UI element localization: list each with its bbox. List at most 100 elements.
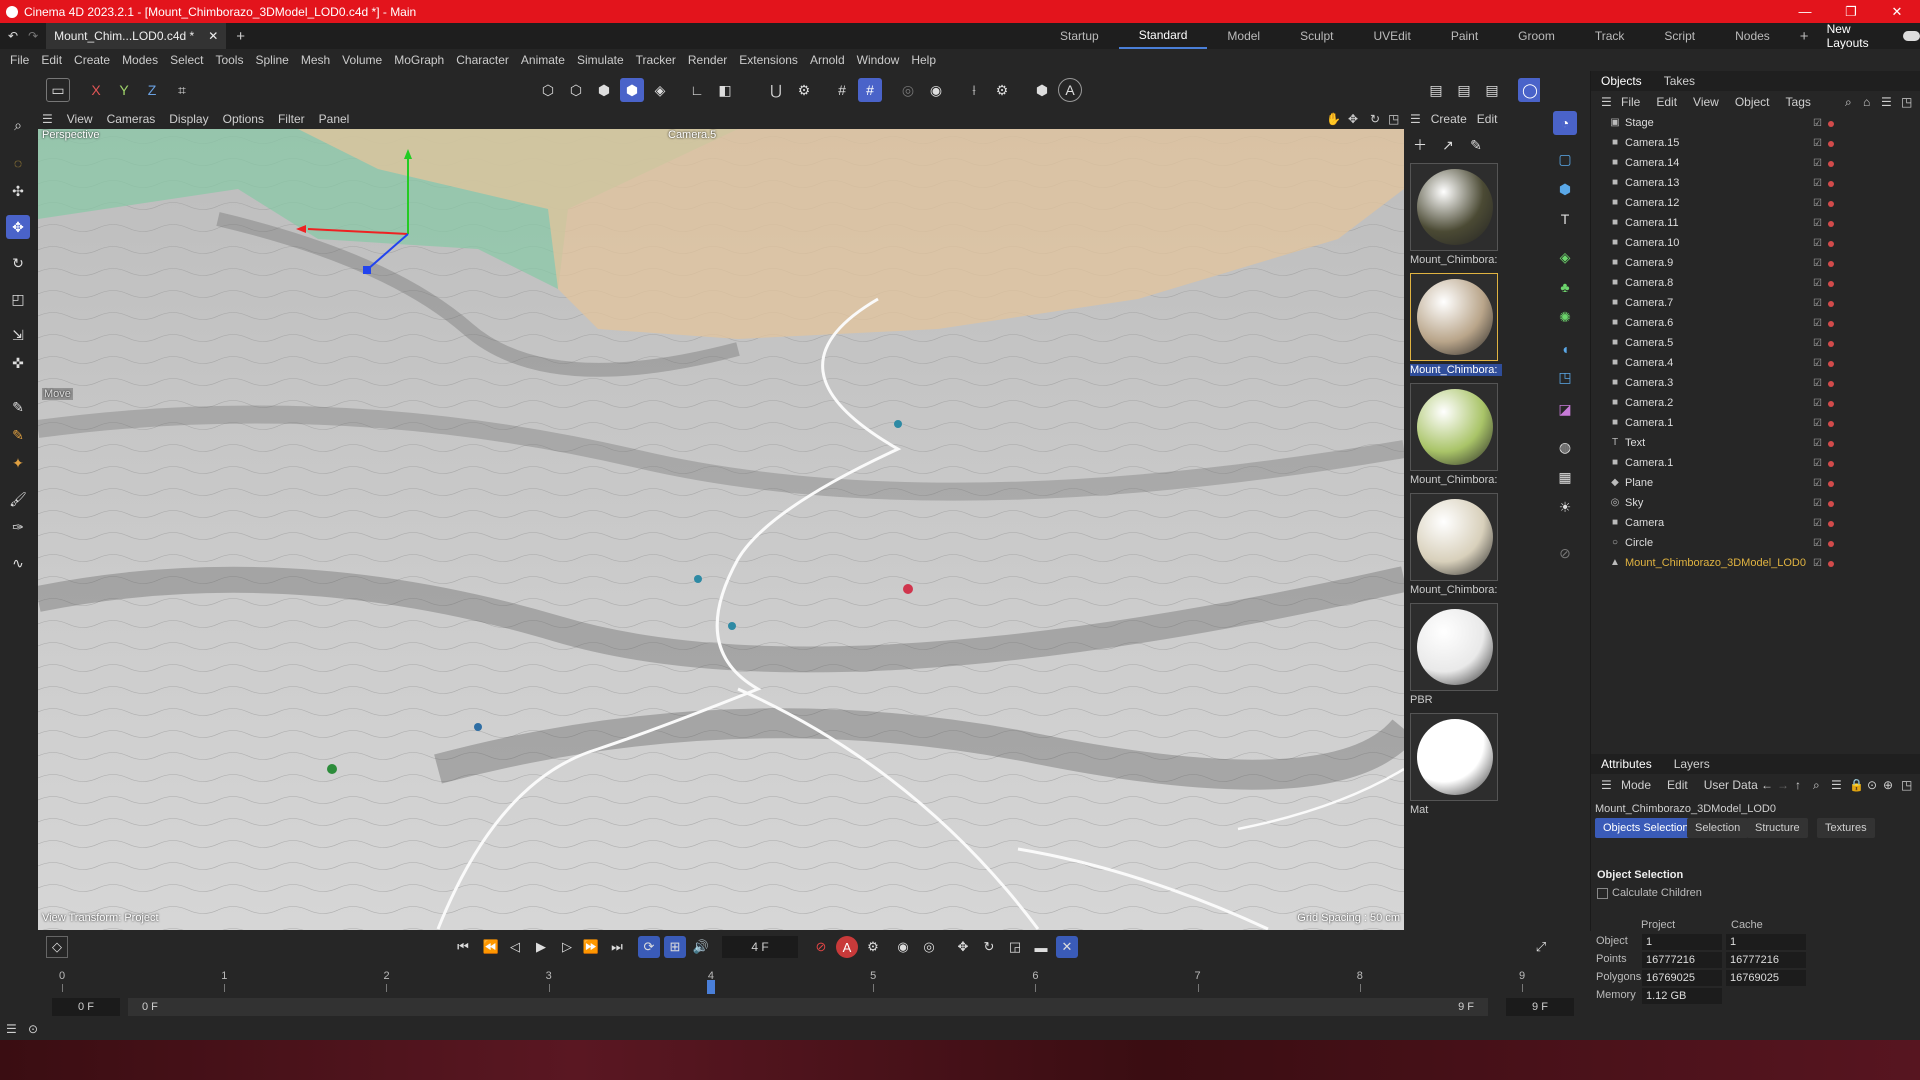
object-row[interactable]: ◆ Plane ☑ (1591, 473, 1920, 493)
status-menu-icon[interactable]: ☰ (6, 1022, 17, 1036)
subtab-textures[interactable]: Textures (1817, 818, 1875, 838)
model-mode-icon[interactable]: ⬢ (620, 78, 644, 102)
edges-mode-icon[interactable]: ⬡ (564, 78, 588, 102)
objects-menu-edit[interactable]: Edit (1656, 95, 1677, 109)
object-visibility-flags[interactable]: ☑ (1813, 218, 1834, 229)
visibility-dot-icon[interactable] (1827, 400, 1834, 407)
new-layouts-label[interactable]: New Layouts (1819, 22, 1900, 50)
menu-create[interactable]: Create (68, 53, 116, 67)
visibility-dot-icon[interactable] (1827, 240, 1834, 247)
menu-mograph[interactable]: MoGraph (388, 53, 450, 67)
viewport-menu-display[interactable]: Display (169, 112, 208, 126)
layout-tab-uvedit[interactable]: UVEdit (1353, 23, 1430, 49)
rotate-tool-icon[interactable]: ↻ (6, 251, 30, 275)
brush-icon[interactable]: 🖌 (6, 487, 30, 511)
menu-window[interactable]: Window (851, 53, 906, 67)
material-menu-create[interactable]: Create (1431, 112, 1467, 126)
menu-simulate[interactable]: Simulate (571, 53, 630, 67)
render-region-icon[interactable]: ◎ (896, 78, 920, 102)
texture-mode-icon[interactable]: ◈ (648, 78, 672, 102)
enable-check-icon[interactable]: ☑ (1813, 538, 1822, 549)
material-swatch-2[interactable] (1410, 273, 1498, 361)
enable-check-icon[interactable]: ☑ (1813, 238, 1822, 249)
visibility-dot-icon[interactable] (1827, 460, 1834, 467)
deformer-icon[interactable]: ◖ (1553, 337, 1577, 361)
forward-icon[interactable]: → (1777, 778, 1789, 792)
visibility-dot-icon[interactable] (1827, 140, 1834, 147)
lock-y-button[interactable]: Y (112, 78, 136, 102)
visibility-dot-icon[interactable] (1827, 340, 1834, 347)
close-tab-icon[interactable]: ✕ (208, 29, 218, 43)
menu-select[interactable]: Select (164, 53, 209, 67)
material-link-icon[interactable]: ↗ (1436, 133, 1460, 157)
enable-check-icon[interactable]: ☑ (1813, 518, 1822, 529)
generator-icon[interactable]: ◈ (1553, 245, 1577, 269)
menu-render[interactable]: Render (682, 53, 733, 67)
viewport-menu-view[interactable]: View (67, 112, 93, 126)
orbit-icon[interactable]: ↻ (1370, 112, 1380, 126)
visibility-dot-icon[interactable] (1827, 180, 1834, 187)
object-row[interactable]: ■ Camera.15 ☑ (1591, 133, 1920, 153)
object-row[interactable]: ◎ Sky ☑ (1591, 493, 1920, 513)
object-visibility-flags[interactable]: ☑ (1813, 198, 1834, 209)
preview-range-bar[interactable]: 0 F 9 F (128, 998, 1488, 1016)
render-icon[interactable]: ▤ (1452, 78, 1476, 102)
material-swatch-4[interactable] (1410, 493, 1498, 581)
tab-objects[interactable]: Objects (1601, 74, 1642, 88)
enable-check-icon[interactable]: ☑ (1813, 358, 1822, 369)
key-pla-icon[interactable]: ◲ (1004, 936, 1026, 958)
menu-help[interactable]: Help (905, 53, 942, 67)
motion-clip-icon[interactable]: ▬ (1030, 936, 1052, 958)
lock-icon[interactable]: 🔒 (1849, 778, 1864, 792)
object-row[interactable]: ■ Camera.5 ☑ (1591, 333, 1920, 353)
key-param-icon[interactable]: ↻ (978, 936, 1000, 958)
enable-check-icon[interactable]: ☑ (1813, 418, 1822, 429)
object-visibility-flags[interactable]: ☑ (1813, 278, 1834, 289)
visibility-dot-icon[interactable] (1827, 520, 1834, 527)
layout-tab-paint[interactable]: Paint (1431, 23, 1498, 49)
add-tab-icon[interactable]: + (236, 28, 245, 45)
edit-mode-icon[interactable]: ▭ (46, 78, 70, 102)
material-swatch-1[interactable] (1410, 163, 1498, 251)
polygons-mode-icon[interactable]: ⬢ (592, 78, 616, 102)
previous-key-icon[interactable]: ⏪ (480, 936, 502, 958)
spline-sketch-icon[interactable]: ✎ (6, 423, 30, 447)
menu-file[interactable]: File (4, 53, 35, 67)
object-row[interactable]: ▲ Mount_Chimborazo_3DModel_LOD0 ☑ (1591, 553, 1920, 573)
objects-menu-tags[interactable]: Tags (1786, 95, 1811, 109)
environment-icon[interactable]: ◍ (1553, 435, 1577, 459)
menu-animate[interactable]: Animate (515, 53, 571, 67)
calculate-children-checkbox[interactable]: Calculate Children (1597, 887, 1702, 899)
material-picker-icon[interactable]: ✎ (1464, 133, 1488, 157)
attributes-menu-icon[interactable]: ☰ (1601, 778, 1612, 792)
add-layout-icon[interactable]: + (1790, 23, 1819, 49)
visibility-dot-icon[interactable] (1827, 120, 1834, 127)
arnold-icon[interactable]: A (1058, 78, 1082, 102)
visibility-dot-icon[interactable] (1827, 280, 1834, 287)
menu-edit[interactable]: Edit (35, 53, 68, 67)
knife-icon[interactable]: ✑ (6, 515, 30, 539)
redo-icon[interactable]: ↷ (28, 29, 38, 43)
objects-menu-object[interactable]: Object (1735, 95, 1770, 109)
enable-check-icon[interactable]: ☑ (1813, 378, 1822, 389)
playback-range-icon[interactable]: ⊞ (664, 936, 686, 958)
enable-check-icon[interactable]: ☑ (1813, 178, 1822, 189)
axis-mode-icon[interactable]: ∟ (685, 78, 709, 102)
visibility-dot-icon[interactable] (1827, 500, 1834, 507)
object-row[interactable]: ■ Camera.4 ☑ (1591, 353, 1920, 373)
key-rotation-icon[interactable]: ◎ (918, 936, 940, 958)
go-to-start-icon[interactable]: ⏮ (452, 936, 474, 958)
cube-icon[interactable]: ⬢ (1553, 177, 1577, 201)
viewport-menu-options[interactable]: Options (223, 112, 264, 126)
object-row[interactable]: ■ Camera.10 ☑ (1591, 233, 1920, 253)
objects-home-icon[interactable]: ⌂ (1863, 95, 1870, 109)
visibility-dot-icon[interactable] (1827, 560, 1834, 567)
layout-tab-sculpt[interactable]: Sculpt (1280, 23, 1353, 49)
visibility-dot-icon[interactable] (1827, 260, 1834, 267)
key-scale-icon[interactable]: ✥ (952, 936, 974, 958)
object-visibility-flags[interactable]: ☑ (1813, 538, 1834, 549)
layout-tab-standard[interactable]: Standard (1118, 23, 1208, 49)
attributes-settings-icon[interactable]: ⊙ (1867, 778, 1877, 792)
visibility-dot-icon[interactable] (1827, 480, 1834, 487)
enable-check-icon[interactable]: ☑ (1813, 498, 1822, 509)
